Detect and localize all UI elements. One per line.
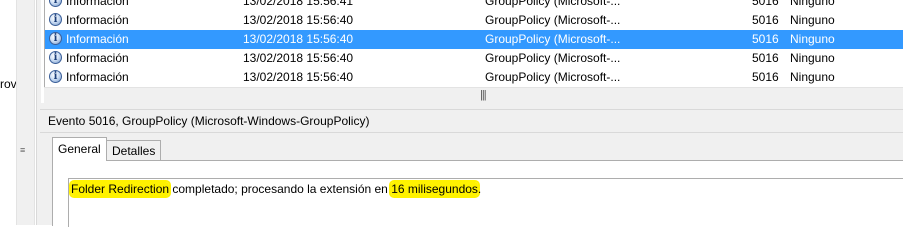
info-icon: i xyxy=(49,32,62,45)
tab-detalles-label: Detalles xyxy=(112,144,156,158)
message-period: . xyxy=(477,182,482,196)
info-icon: i xyxy=(49,0,62,7)
event-category-cell: Ninguno xyxy=(790,0,835,8)
event-details-title: Evento 5016, GroupPolicy (Microsoft-Wind… xyxy=(48,114,370,128)
event-message-box: Folder Redirection completado; procesand… xyxy=(68,178,903,227)
message-highlight-folder-redirection: Folder Redirection xyxy=(71,182,170,196)
event-event-id-cell: 5016 xyxy=(752,32,779,46)
message-highlight-duration: 16 milisegundos xyxy=(391,182,478,196)
event-source-cell: GroupPolicy (Microsoft-... xyxy=(485,13,621,27)
tab-content: Folder Redirection completado; procesand… xyxy=(52,160,903,227)
collapse-grip-icon[interactable]: ≡ xyxy=(20,146,29,155)
scrollbar-grip-icon[interactable]: ||| xyxy=(480,89,487,101)
event-level-cell: Información xyxy=(66,13,129,27)
event-source-cell: GroupPolicy (Microsoft-... xyxy=(485,70,621,84)
navigation-scrollbar[interactable]: ≡ xyxy=(16,0,35,225)
event-row[interactable]: i Información 13/02/2018 15:56:40 GroupPoli… xyxy=(45,49,903,68)
navigation-pane: rov ≡ xyxy=(0,0,36,225)
event-event-id-cell: 5016 xyxy=(752,70,779,84)
event-date-cell: 13/02/2018 15:56:40 xyxy=(243,13,354,27)
event-row[interactable]: i Información 13/02/2018 15:56:40 GroupPoli… xyxy=(45,11,903,30)
event-category-cell: Ninguno xyxy=(790,13,835,27)
event-category-cell: Ninguno xyxy=(790,32,835,46)
info-icon: i xyxy=(49,51,62,64)
event-row[interactable]: i Información 13/02/2018 15:56:40 GroupPoli… xyxy=(45,68,903,87)
event-source-cell: GroupPolicy (Microsoft-... xyxy=(485,51,621,65)
info-icon: i xyxy=(49,70,62,83)
event-date-cell: 13/02/2018 15:56:40 xyxy=(243,51,354,65)
event-category-cell: Ninguno xyxy=(790,51,835,65)
event-details-pane: Evento 5016, GroupPolicy (Microsoft-Wind… xyxy=(40,110,903,227)
event-row[interactable]: i Información 13/02/2018 15:56:41 GroupPoli… xyxy=(45,0,903,11)
event-date-cell: 13/02/2018 15:56:40 xyxy=(243,32,354,46)
event-source-cell: GroupPolicy (Microsoft-... xyxy=(485,32,621,46)
tab-general-label: General xyxy=(58,142,101,156)
tab-general[interactable]: General xyxy=(52,137,107,161)
event-event-id-cell: 5016 xyxy=(752,0,779,8)
event-level-cell: Información xyxy=(66,32,129,46)
event-category-cell: Ninguno xyxy=(790,70,835,84)
event-level-cell: Información xyxy=(66,0,129,8)
event-source-cell: GroupPolicy (Microsoft-... xyxy=(485,0,621,8)
navigation-item-label[interactable]: rov xyxy=(0,77,17,91)
title-divider xyxy=(40,132,903,133)
event-date-cell: 13/02/2018 15:56:41 xyxy=(243,0,354,8)
event-row[interactable]: i Información 13/02/2018 15:56:40 GroupPoli… xyxy=(45,30,903,49)
tab-detalles[interactable]: Detalles xyxy=(106,140,162,160)
message-text: completado; procesando la extensión en xyxy=(169,182,392,196)
event-list-horizontal-scrollbar[interactable]: ||| xyxy=(44,87,903,104)
info-icon: i xyxy=(49,13,62,26)
event-level-cell: Información xyxy=(66,70,129,84)
event-date-cell: 13/02/2018 15:56:40 xyxy=(243,70,354,84)
event-event-id-cell: 5016 xyxy=(752,13,779,27)
event-list: i Información 13/02/2018 15:56:41 GroupPoli… xyxy=(44,0,903,87)
event-level-cell: Información xyxy=(66,51,129,65)
list-details-splitter[interactable] xyxy=(40,103,903,110)
event-event-id-cell: 5016 xyxy=(752,51,779,65)
event-message: Folder Redirection completado; procesand… xyxy=(71,182,481,196)
